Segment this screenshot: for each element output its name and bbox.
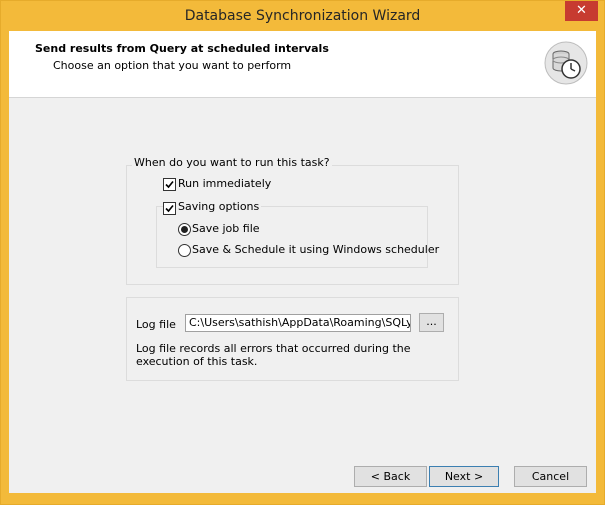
close-icon: ✕ [576,3,587,18]
saving-options-checkbox[interactable] [163,202,176,215]
saving-options-group [156,206,428,268]
log-file-path-input[interactable]: C:\Users\sathish\AppData\Roaming\SQLyog\… [185,314,411,332]
saving-options-label[interactable]: Saving options [176,200,262,213]
check-icon [165,180,174,189]
run-immediately-label[interactable]: Run immediately [178,177,271,190]
log-file-note: Log file records all errors that occurre… [136,342,411,368]
back-button[interactable]: < Back [354,466,427,487]
radio-selected-dot [181,226,188,233]
log-group [126,297,459,381]
title-bar[interactable]: Database Synchronization Wizard ✕ [1,1,604,31]
header-title: Send results from Query at scheduled int… [35,42,329,55]
check-icon [165,204,174,213]
wizard-header: Send results from Query at scheduled int… [9,31,596,98]
save-schedule-radio[interactable] [178,244,191,257]
next-button[interactable]: Next > [429,466,499,487]
wizard-content: When do you want to run this task? Run i… [9,98,596,493]
save-job-file-label[interactable]: Save job file [192,222,260,235]
schedule-group-legend: When do you want to run this task? [132,156,332,169]
window-frame-bottom [1,493,604,504]
save-schedule-label[interactable]: Save & Schedule it using Windows schedul… [192,243,439,256]
window-frame-right [596,31,604,504]
window-title: Database Synchronization Wizard [184,8,421,24]
wizard-window: Database Synchronization Wizard ✕ Send r… [0,0,605,505]
close-button[interactable]: ✕ [565,1,598,21]
cancel-button[interactable]: Cancel [514,466,587,487]
database-clock-icon [544,41,588,85]
run-immediately-checkbox[interactable] [163,178,176,191]
log-file-label: Log file [136,318,176,331]
window-frame-left [1,31,9,504]
browse-button[interactable]: ... [419,313,444,332]
save-job-file-radio[interactable] [178,223,191,236]
header-subtitle: Choose an option that you want to perfor… [53,59,292,72]
